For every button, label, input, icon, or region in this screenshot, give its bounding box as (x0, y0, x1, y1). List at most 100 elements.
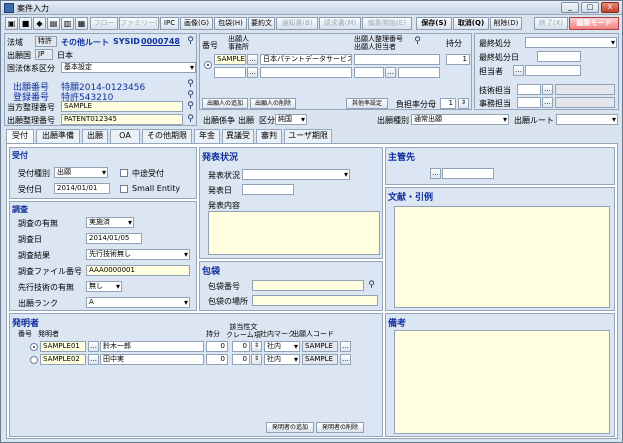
inventor-mark-select[interactable]: 社内 (264, 354, 300, 365)
applicant-person-field[interactable] (354, 67, 384, 78)
tab-user-deadlines[interactable]: ユーザ期限 (284, 129, 332, 143)
ourref-search-icon[interactable]: ⚲ (185, 101, 196, 112)
final-status-select[interactable] (525, 37, 617, 48)
edit-start-button[interactable]: 編集開始(E) (362, 17, 412, 30)
package-no-field[interactable] (252, 280, 364, 291)
applicant-row-radio[interactable] (204, 61, 212, 69)
close-button[interactable]: X (601, 2, 619, 13)
app-route-select[interactable] (556, 114, 618, 125)
inventor-claim-spinner-icon[interactable]: ⇕ (251, 354, 262, 365)
applicant-office-name-field[interactable] (260, 67, 352, 78)
announcement-date-field[interactable] (242, 184, 294, 195)
tab-other-deadlines[interactable]: その他期限 (142, 129, 192, 143)
search-icon[interactable]: ⚲ (185, 36, 196, 47)
intl-select[interactable]: 基本設定 (61, 62, 196, 73)
tab-reception[interactable]: 受付 (6, 129, 34, 144)
inventor-claim-spinner-icon[interactable]: ⇕ (251, 341, 262, 352)
small-entity-checkbox[interactable] (120, 185, 128, 193)
kind-select[interactable]: 純国 (275, 114, 307, 125)
prior-art-select[interactable]: 無し (86, 281, 122, 292)
delete-button[interactable]: 削除(D) (490, 17, 522, 30)
person-picker[interactable]: … (513, 65, 524, 76)
image-button[interactable]: 画像(G) (180, 17, 213, 30)
tab-opposition[interactable]: 異議受 (222, 129, 254, 143)
survey-file-field[interactable]: AAA0000001 (86, 265, 190, 276)
applicant-refno-field[interactable] (354, 54, 440, 65)
new-icon[interactable]: ▣ (5, 17, 18, 30)
tech-picker[interactable]: … (542, 84, 553, 95)
inventor-name-field[interactable]: 鈴木一郎 (100, 341, 204, 352)
rank-select[interactable]: A (86, 297, 190, 308)
tab-oa[interactable]: OA (110, 129, 140, 143)
owner-picker[interactable]: … (430, 168, 441, 179)
inventor-code-picker[interactable]: … (88, 341, 99, 352)
summary-button[interactable]: 要約文 (248, 17, 275, 30)
tab-preparation[interactable]: 出願準備 (36, 129, 80, 143)
applicant-name-field[interactable]: 日本パテントデータサービス株式 (260, 54, 352, 65)
apprefno-search-icon[interactable]: ⚲ (185, 114, 196, 125)
inventor-code-field[interactable]: SAMPLE01 (40, 341, 86, 352)
ratio-spinner-icon[interactable]: ⇕ (458, 98, 469, 109)
inventor-claim-field[interactable]: 0 (232, 341, 250, 352)
midway-checkbox[interactable] (120, 169, 128, 177)
notes-field[interactable] (394, 330, 610, 434)
inventor-claim-field[interactable]: 0 (232, 354, 250, 365)
inventor-appcode-picker[interactable]: … (340, 354, 351, 365)
inventor-row-radio[interactable] (30, 356, 38, 364)
inventor-name-field[interactable]: 田中実 (100, 354, 204, 365)
inventor-share-field[interactable]: 0 (206, 341, 228, 352)
regno-search-icon[interactable]: ⚲ (185, 90, 196, 101)
appno-search-icon[interactable]: ⚲ (185, 79, 196, 90)
survey-result-select[interactable]: 先行技術無し (86, 249, 190, 260)
ipc-button[interactable]: IPC (160, 17, 179, 30)
package-button[interactable]: 包袋(H) (214, 17, 247, 30)
final-status-date-field[interactable] (537, 51, 581, 62)
print-icon[interactable]: ▥ (61, 17, 74, 30)
ourref-field[interactable]: SAMPLE (61, 101, 183, 112)
family-button[interactable]: ファミリー(F) (119, 17, 165, 30)
applicant-search-icon[interactable]: ⚲ (412, 36, 423, 47)
delete-inventor-button[interactable]: 発明者の削除 (316, 422, 364, 433)
applicant-office-field[interactable] (214, 67, 246, 78)
add-inventor-button[interactable]: 発明者の追加 (266, 422, 314, 433)
settle-rate-button[interactable]: 其他率設定 (346, 98, 388, 109)
shape-icon[interactable]: ◆ (33, 17, 46, 30)
applicant-code-field[interactable]: SAMPLE (214, 54, 246, 65)
survey-date-field[interactable]: 2014/01/05 (86, 233, 142, 244)
tab-filing[interactable]: 出願 (82, 129, 108, 143)
cancel-button[interactable]: 取消(Q) (453, 17, 489, 30)
applicant-office-picker[interactable]: … (247, 67, 258, 78)
minimize-button[interactable]: _ (561, 2, 579, 13)
office-picker[interactable]: … (542, 97, 553, 108)
tab-trial[interactable]: 審判 (256, 129, 282, 143)
tech-code-field[interactable] (517, 84, 541, 95)
announcement-content-field[interactable] (208, 211, 380, 255)
survey-has-select[interactable]: 実施済 (86, 217, 134, 228)
inventor-mark-select[interactable]: 社内 (264, 341, 300, 352)
inventor-appcode-picker[interactable]: … (340, 341, 351, 352)
delete-applicant-button[interactable]: 出願人の削除 (250, 98, 296, 109)
save-button[interactable]: 保存(S) (416, 17, 452, 30)
package-loc-field[interactable] (252, 295, 378, 306)
references-field[interactable] (394, 206, 610, 308)
applicant-code-picker[interactable]: … (247, 54, 258, 65)
reception-date-field[interactable]: 2014/01/01 (54, 183, 110, 194)
open-icon[interactable]: ■ (19, 17, 32, 30)
copy-icon[interactable]: ▤ (47, 17, 60, 30)
person-field[interactable] (525, 65, 581, 76)
reception-type-select[interactable]: 出願 (54, 167, 108, 178)
tab-annuity[interactable]: 年金 (194, 129, 220, 143)
notice-button[interactable]: 通知書(B) (276, 17, 318, 30)
inventor-row-radio[interactable] (30, 343, 38, 351)
paste-icon[interactable]: ▦ (75, 17, 88, 30)
app-type-select[interactable]: 通常出願 (411, 114, 509, 125)
inventor-code-picker[interactable]: … (88, 354, 99, 365)
owner-field[interactable] (442, 168, 494, 179)
office-code-field[interactable] (517, 97, 541, 108)
country-code-field[interactable]: JP (35, 49, 53, 60)
request-button[interactable]: 請求書(M) (319, 17, 361, 30)
add-applicant-button[interactable]: 出願人の追加 (202, 98, 248, 109)
inventor-code-field[interactable]: SAMPLE02 (40, 354, 86, 365)
package-search-icon[interactable]: ⚲ (366, 280, 377, 291)
applicant-person-name-field[interactable] (398, 67, 440, 78)
